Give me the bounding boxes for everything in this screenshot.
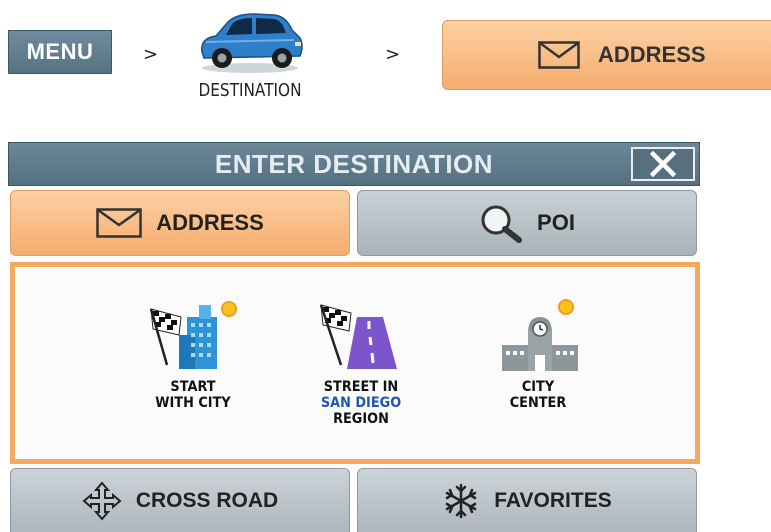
envelope-icon	[96, 208, 142, 238]
option-city-center[interactable]: CITY CENTER	[463, 267, 613, 459]
dialog-header: ENTER DESTINATION	[8, 142, 700, 186]
option-street-in-region[interactable]: STREET IN SAN DIEGO REGION	[286, 267, 436, 459]
city-center-icon	[502, 299, 578, 371]
close-button[interactable]	[631, 147, 695, 181]
option-city-center-line2: CENTER	[509, 395, 567, 411]
cross-road-button[interactable]: CROSS ROAD	[10, 468, 350, 532]
destination-options-panel: START WITH CITY STREET IN SAN DIEGO REGI…	[10, 262, 700, 464]
option-start-with-city-line2: WITH CITY	[155, 395, 231, 411]
favorites-button[interactable]: FAVORITES	[357, 468, 697, 532]
magnifier-icon	[481, 205, 523, 243]
city-flag-icon	[149, 301, 237, 369]
option-start-with-city[interactable]: START WITH CITY	[118, 267, 268, 459]
street-flag-icon	[319, 304, 397, 369]
breadcrumb-separator: >	[385, 44, 401, 65]
tab-address-label: ADDRESS	[156, 210, 264, 235]
tab-address[interactable]: ADDRESS	[10, 190, 350, 256]
breadcrumb-address[interactable]: ADDRESS	[442, 20, 771, 90]
favorites-label: FAVORITES	[494, 488, 612, 512]
car-icon	[201, 13, 303, 73]
menu-button[interactable]: MENU	[8, 30, 112, 74]
close-icon	[650, 151, 676, 177]
envelope-icon	[538, 41, 580, 69]
tab-poi-label: POI	[537, 210, 575, 235]
tab-poi[interactable]: POI	[357, 190, 697, 256]
option-street-region-name: SAN DIEGO	[320, 395, 402, 411]
cross-road-label: CROSS ROAD	[135, 488, 279, 512]
option-city-center-line1: CITY	[521, 379, 555, 395]
dialog-title: ENTER DESTINATION	[214, 148, 494, 179]
breadcrumb-address-label: ADDRESS	[598, 42, 706, 67]
breadcrumb-destination[interactable]: DESTINATION	[191, 80, 310, 101]
option-street-line1: STREET IN	[323, 379, 399, 395]
option-start-with-city-line1: START	[170, 379, 216, 395]
cross-arrows-icon	[82, 480, 122, 521]
breadcrumb-separator: >	[143, 44, 159, 65]
option-street-line3: REGION	[333, 411, 389, 427]
snowflake-icon	[446, 483, 477, 518]
